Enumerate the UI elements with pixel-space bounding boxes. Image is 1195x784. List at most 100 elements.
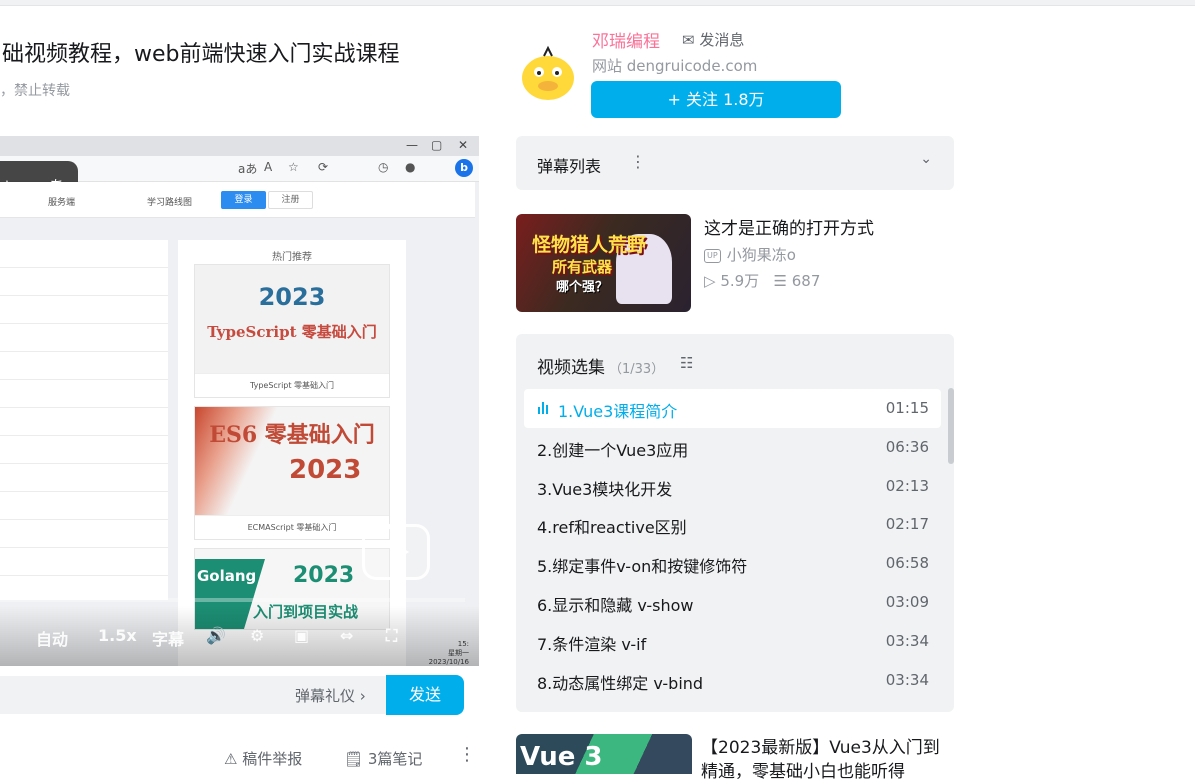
thumb-line3: 哪个强？ — [556, 280, 609, 295]
recommended-video-2[interactable]: Vue 3 【2023最新版】Vue3从入门到精通，零基础小白也能听得 — [516, 734, 954, 782]
text-size-icon: A — [264, 160, 273, 174]
clock-time: 15: — [457, 640, 469, 648]
speed-button[interactable]: 1.5x — [98, 626, 137, 645]
play-icon — [391, 541, 409, 563]
close-icon: ✕ — [458, 138, 469, 152]
card-caption: ECMAScript 零基础入门 — [195, 515, 389, 539]
notes-link[interactable]: 🗒 3篇笔记 — [344, 748, 422, 769]
recommended-uploader[interactable]: UP 小狗果冻o — [704, 244, 796, 265]
card-year: 2023 — [289, 455, 362, 485]
video-player[interactable]: — ▢ ✕ aあ A ☆ ⟳ ◷ ● b ⟡ aあ 服务端 学习路线图 登录 注… — [0, 136, 479, 666]
volume-icon[interactable]: 🔊 — [206, 626, 226, 645]
episode-list-title: 视频选集 （1/33） — [537, 358, 665, 378]
pip-icon[interactable]: ▣ — [294, 626, 309, 645]
danmaku-count-icon: ☰ — [773, 272, 787, 290]
scrollbar[interactable] — [948, 388, 954, 464]
recommended-video[interactable]: 怪物猎人荒野 所有武器 哪个强？ 这才是正确的打开方式 UP 小狗果冻o ▷ 5.… — [516, 214, 954, 312]
episode-item[interactable]: 2.创建一个Vue3应用 06:36 — [524, 428, 941, 467]
recommended-stats: ▷ 5.9万 ☰ 687 — [704, 270, 820, 291]
progress-bar[interactable] — [0, 598, 465, 602]
screen-website: 服务端 学习路线图 登录 注册 热门推荐 2023 TypeScript 零基础… — [0, 182, 479, 666]
episode-item[interactable]: 8.动态属性绑定 v-bind 03:34 — [524, 661, 941, 700]
uploader-desc: 网站 dengruicode.com — [592, 57, 758, 75]
recommended-title[interactable]: 【2023最新版】Vue3从入门到精通，零基础小白也能听得 — [701, 736, 956, 784]
episode-duration: 03:34 — [885, 631, 929, 650]
widescreen-icon[interactable]: ⇔ — [340, 626, 353, 645]
settings-gear-icon[interactable]: ⚙ — [250, 626, 264, 645]
site-login-button: 登录 — [221, 191, 266, 209]
video-thumbnail[interactable]: 怪物猎人荒野 所有武器 哪个强？ — [516, 214, 691, 312]
up-tag-icon: UP — [704, 249, 721, 263]
danmaku-send-button[interactable]: 发送 — [386, 675, 464, 715]
favorite-star-icon: ☆ — [288, 160, 299, 174]
episode-count: （1/33） — [609, 362, 665, 377]
danmaku-count: 687 — [791, 272, 821, 290]
episode-duration: 03:34 — [885, 670, 929, 689]
episode-item[interactable]: 6.显示和隐藏 v-show 03:09 — [524, 583, 941, 622]
episode-item[interactable]: 5.绑定事件v-on和按键修饰符 06:58 — [524, 544, 941, 583]
more-options-icon[interactable]: ⋮ — [630, 152, 646, 171]
chevron-down-icon[interactable]: ⌄ — [920, 151, 932, 167]
card-word: Golang — [197, 567, 257, 585]
episode-item[interactable]: 7.条件渲染 v-if 03:34 — [524, 622, 941, 661]
maximize-icon: ▢ — [431, 138, 443, 152]
course-card-es6: ES6 零基础入门 2023 ECMAScript 零基础入门 — [194, 406, 390, 540]
copyright-note: ，禁止转载 — [0, 83, 70, 99]
profile-icon: ● — [405, 160, 416, 174]
nav-item-server: 服务端 — [48, 198, 76, 208]
episode-duration: 02:17 — [885, 515, 929, 534]
play-count: 5.9万 — [720, 272, 760, 290]
episode-duration: 03:09 — [885, 592, 929, 611]
fullscreen-icon[interactable]: ⛶ — [386, 626, 397, 646]
recommended-title[interactable]: 这才是正确的打开方式 — [704, 214, 874, 239]
clock-weekday: 星期一 — [448, 649, 469, 657]
player-controls: 自动 1.5x 字幕 🔊 ⚙ ▣ ⇔ ⛶ — [0, 606, 479, 666]
history-icon: ◷ — [378, 160, 389, 174]
course-card-typescript: 2023 TypeScript 零基础入门 TypeScript 零基础入门 — [194, 264, 390, 398]
episode-label: 4.ref和reactive区别 — [537, 518, 687, 538]
thumb-line1: 怪物猎人荒野 — [532, 234, 647, 256]
episode-label: 3.Vue3模块化开发 — [537, 479, 673, 499]
video-thumbnail[interactable]: Vue 3 — [516, 734, 692, 774]
episode-label: 7.条件渲染 v-if — [537, 634, 647, 654]
now-playing-icon — [538, 402, 552, 414]
episode-label: 6.显示和隐藏 v-show — [537, 595, 694, 615]
more-icon[interactable]: ⋮ — [458, 744, 476, 765]
episode-label: 1.Vue3课程简介 — [558, 402, 678, 421]
episode-duration: 01:15 — [885, 399, 929, 417]
episode-duration: 02:13 — [885, 476, 929, 495]
card-name: TypeScript 零基础入门 — [207, 323, 377, 341]
danmaku-list-panel[interactable]: 弹幕列表 ⋮ ⌄ — [516, 136, 954, 190]
read-aloud-icon: aあ — [238, 162, 258, 176]
episode-duration: 06:58 — [885, 554, 929, 573]
episode-item[interactable]: 1.Vue3课程简介 01:15 — [524, 389, 941, 428]
follow-button[interactable]: + 关注 1.8万 — [591, 81, 841, 118]
episode-list-panel: 视频选集 （1/33） ☷ 1.Vue3课程简介 01:15 2.创建一个Vue3… — [516, 334, 954, 712]
subtitle-button[interactable]: 字幕 — [152, 626, 184, 650]
avatar[interactable] — [517, 42, 579, 104]
danmaku-etiquette-link[interactable]: 弹幕礼仪 › — [295, 685, 366, 706]
report-link[interactable]: ⚠ 稿件举报 — [224, 748, 302, 769]
hot-title: 热门推荐 — [272, 252, 312, 263]
episode-label: 5.绑定事件v-on和按键修饰符 — [537, 557, 748, 577]
episode-item[interactable]: 3.Vue3模块化开发 02:13 — [524, 467, 941, 506]
os-taskbar-clock: 15: 星期一 2023/10/16 — [429, 640, 469, 666]
notes-label: 3篇笔记 — [367, 750, 423, 768]
danmaku-send-bar: 弹幕礼仪 › 发送 — [0, 670, 479, 724]
uploader-label: 小狗果冻o — [726, 246, 796, 264]
top-divider — [0, 0, 1195, 6]
card-year: 2023 — [293, 563, 355, 588]
episode-item[interactable]: 4.ref和reactive区别 02:17 — [524, 505, 941, 544]
send-message-link[interactable]: ✉ 发消息 — [682, 29, 744, 50]
nav-item-roadmap: 学习路线图 — [147, 198, 193, 208]
thumb-line2: 所有武器 — [552, 258, 613, 276]
thumb-word: Vue 3 — [520, 742, 603, 772]
danmaku-list-title: 弹幕列表 — [537, 157, 602, 176]
card-name: ES6 零基础入门 — [209, 422, 375, 448]
play-button[interactable] — [362, 524, 430, 580]
episode-label: 8.动态属性绑定 v-bind — [537, 673, 704, 693]
uploader-name[interactable]: 邓瑞编程 — [592, 27, 660, 52]
auto-quality-button[interactable]: 自动 — [36, 626, 68, 650]
window-titlebar: — ▢ ✕ — [0, 136, 479, 156]
list-view-icon[interactable]: ☷ — [680, 354, 693, 372]
